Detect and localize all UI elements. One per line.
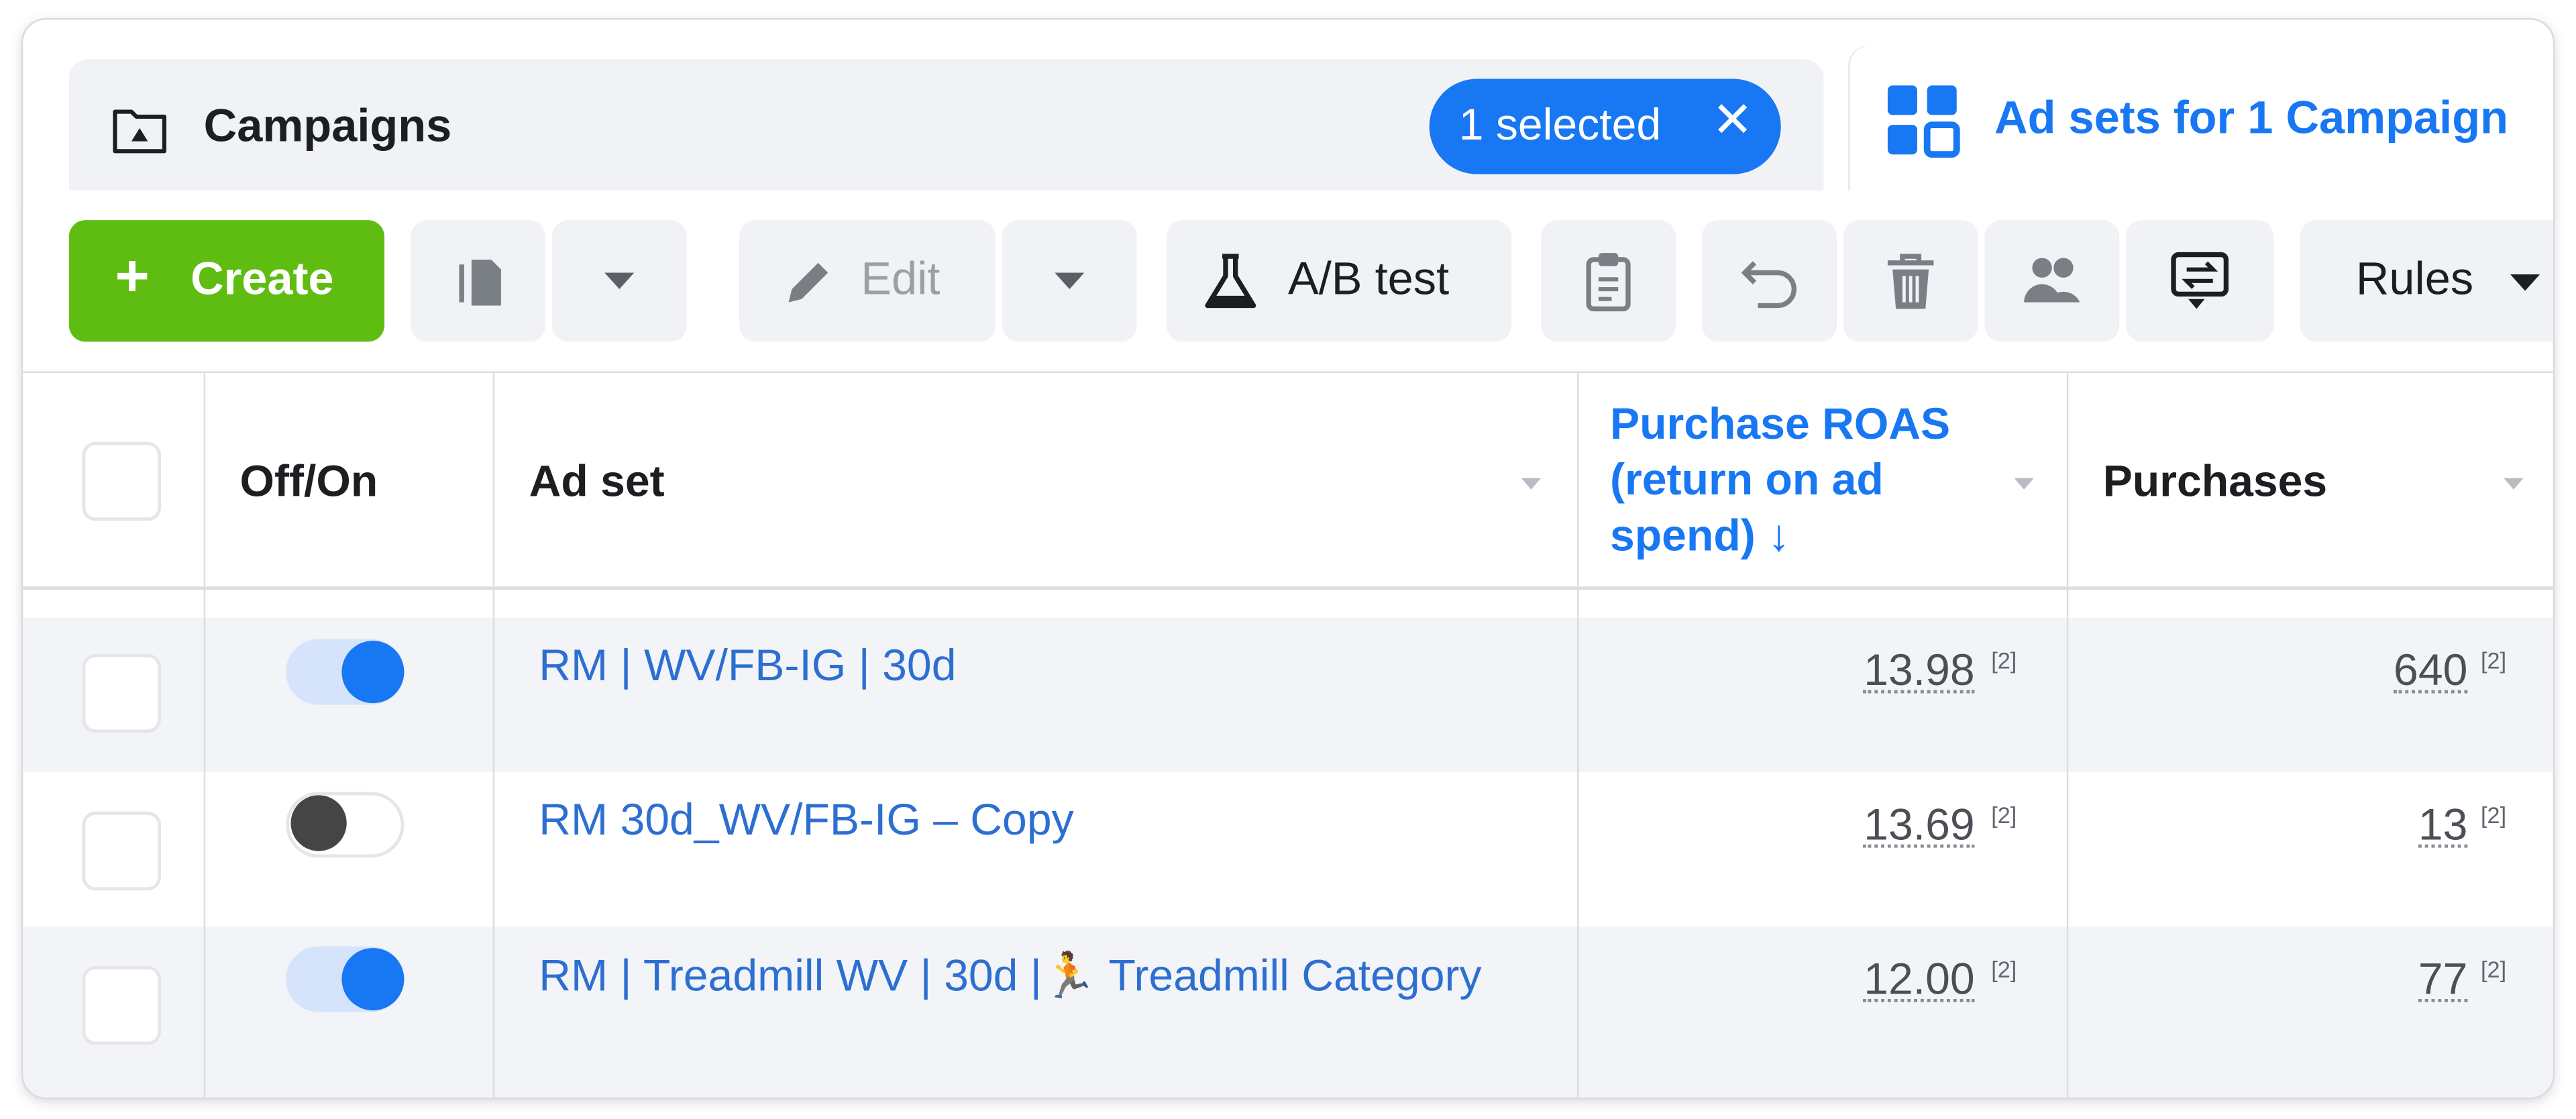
clipboard-icon [1586, 253, 1631, 312]
roas-header-line-1: Purchase ROAS [1610, 399, 1951, 449]
flask-icon [1205, 254, 1256, 309]
roas-header-line-3: spend) ↓ [1610, 511, 1790, 561]
adsets-grid-icon [1887, 85, 1960, 158]
share-button[interactable] [1984, 220, 2120, 342]
row-checkbox[interactable] [82, 653, 162, 733]
close-icon[interactable]: ✕ [1712, 96, 1754, 146]
compare-icon [2171, 252, 2229, 309]
column-header-toggle[interactable]: Off/On [240, 457, 378, 508]
trash-icon [1887, 254, 1934, 309]
column-divider [203, 371, 206, 1098]
purchases-value[interactable]: 640 [2394, 648, 2468, 694]
chevron-down-icon[interactable] [1521, 478, 1542, 490]
table-header: Off/On Ad set Purchase ROAS (return on a… [23, 371, 2553, 590]
clipboard-button[interactable] [1541, 220, 1676, 342]
undo-button[interactable] [1702, 220, 1837, 342]
column-divider [492, 371, 495, 1098]
chevron-down-icon [1055, 272, 1085, 290]
chevron-down-icon[interactable] [2504, 478, 2524, 490]
column-divider [2066, 371, 2069, 1098]
roas-value[interactable]: 13.98 [1864, 648, 1975, 694]
adset-toggle[interactable] [286, 792, 405, 858]
column-header-roas[interactable]: Purchase ROAS (return on ad spend) ↓ [1610, 396, 1950, 564]
people-icon [2024, 258, 2080, 303]
create-button[interactable]: + Create [68, 220, 385, 342]
chevron-down-icon [2510, 274, 2540, 291]
toggle-knob [290, 795, 347, 851]
chevron-down-icon [604, 272, 635, 290]
roas-value[interactable]: 12.00 [1864, 957, 1975, 1002]
rules-button[interactable]: Rules [2300, 220, 2553, 342]
duplicate-icon [459, 259, 501, 306]
duplicate-button[interactable] [411, 220, 546, 342]
adset-name-link[interactable]: RM | Treadmill WV | 30d |🏃 Treadmill Cat… [539, 950, 1481, 1002]
column-header-adset[interactable]: Ad set [529, 457, 665, 508]
roas-footnote: [2] [1991, 956, 2017, 983]
edit-button[interactable]: Edit [739, 220, 996, 342]
purchases-footnote: [2] [2480, 647, 2507, 674]
ab-test-button[interactable]: A/B test [1166, 220, 1512, 342]
selected-count-pill[interactable]: 1 selected ✕ [1429, 78, 1781, 174]
table-row[interactable]: RM | WV/FB-IG | 30d 13.98 [2] 640 [2] [23, 617, 2553, 773]
compare-button[interactable] [2126, 220, 2274, 342]
chevron-down-icon[interactable] [2014, 478, 2034, 490]
adset-toggle[interactable] [286, 946, 405, 1012]
purchases-value[interactable]: 13 [2418, 802, 2468, 848]
create-button-label: Create [191, 253, 334, 305]
toggle-knob [341, 641, 405, 704]
row-checkbox[interactable] [82, 966, 162, 1045]
select-all-checkbox[interactable] [82, 441, 162, 521]
table-row[interactable]: RM | Treadmill WV | 30d |🏃 Treadmill Cat… [23, 926, 2553, 1098]
delete-button[interactable] [1843, 220, 1978, 342]
purchases-footnote: [2] [2480, 802, 2507, 829]
pencil-icon [788, 262, 828, 303]
purchases-value[interactable]: 77 [2418, 957, 2468, 1002]
roas-footnote: [2] [1991, 647, 2017, 674]
roas-header-line-2: (return on ad [1610, 455, 1884, 504]
roas-footnote: [2] [1991, 802, 2017, 829]
duplicate-dropdown-button[interactable] [551, 220, 687, 342]
adsets-table: Off/On Ad set Purchase ROAS (return on a… [23, 371, 2553, 1098]
ab-test-label: A/B test [1288, 253, 1450, 305]
ads-manager-panel: Campaigns 1 selected ✕ Ad sets for 1 Cam… [23, 19, 2553, 1098]
roas-value[interactable]: 13.69 [1864, 802, 1975, 848]
adset-name-link[interactable]: RM | WV/FB-IG | 30d [539, 641, 956, 692]
column-divider [1577, 371, 1579, 1098]
rules-label: Rules [2355, 253, 2474, 305]
column-header-purchases[interactable]: Purchases [2103, 457, 2328, 508]
campaign-folder-icon [113, 109, 166, 154]
undo-icon [1741, 261, 1796, 309]
tab-campaigns-label: Campaigns [203, 100, 452, 152]
table-row[interactable]: RM 30d_WV/FB-IG – Copy 13.69 [2] 13 [2] [23, 772, 2553, 926]
toggle-knob [341, 948, 405, 1011]
adset-name-link[interactable]: RM 30d_WV/FB-IG – Copy [539, 795, 1073, 846]
selected-count-label: 1 selected [1458, 100, 1662, 150]
toolbar: + Create Edit A/B test Rules [23, 191, 2553, 375]
tab-adsets-label: Ad sets for 1 Campaign [1994, 92, 2508, 144]
adset-toggle[interactable] [286, 639, 405, 705]
row-checkbox[interactable] [82, 811, 162, 891]
purchases-footnote: [2] [2480, 956, 2507, 983]
edit-button-label: Edit [861, 253, 941, 305]
edit-dropdown-button[interactable] [1002, 220, 1137, 342]
plus-icon: + [115, 242, 150, 309]
